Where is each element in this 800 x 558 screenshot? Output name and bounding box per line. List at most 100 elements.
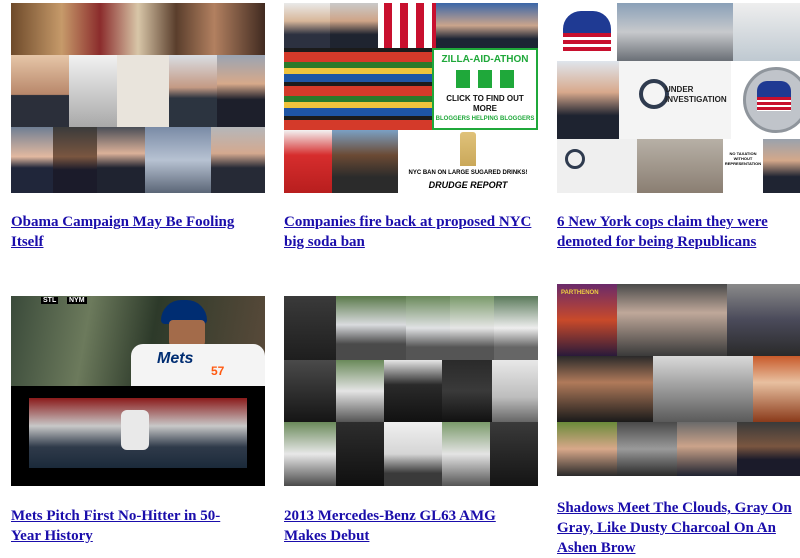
obama-portrait: [737, 422, 800, 476]
article-title-link[interactable]: 6 New York cops claim they were demoted …: [557, 212, 797, 252]
car-front-photo: [384, 422, 442, 486]
suv-photo: [336, 360, 384, 422]
unrra-bag-photo: [117, 55, 169, 127]
old-man-photo: [617, 284, 727, 356]
woman-walking-photo: [727, 284, 800, 356]
article-title-link[interactable]: Mets Pitch First No-Hitter in 50-Year Hi…: [11, 506, 231, 546]
car-interior-photo: [336, 422, 384, 486]
article-card[interactable]: STL NYM Mets 57 Mets Pitch First No-Hitt…: [11, 296, 271, 544]
hospital-photo: [733, 3, 800, 61]
under-investigation-graphic: UNDER INVESTIGATION: [619, 61, 731, 139]
jersey-text: Mets: [157, 350, 194, 367]
zilla-sub: BLOGGERS HELPING BLOGGERS: [435, 116, 535, 122]
zilla-aid-athon-ad[interactable]: ZILLA-AID-ATHON CLICK TO FIND OUT MORE B…: [432, 48, 538, 130]
article-title-link[interactable]: 2013 Mercedes-Benz GL63 AMG Makes Debut: [284, 506, 538, 546]
figure-icon: [478, 70, 492, 88]
article-thumbnail[interactable]: STL NYM Mets 57: [11, 296, 265, 486]
article-card[interactable]: ZILLA-AID-ATHON CLICK TO FIND OUT MORE B…: [284, 3, 544, 250]
sign-text: NO TAXATION WITHOUT REPRESENTATION: [724, 151, 762, 166]
zilla-title: ZILLA-AID-ATHON: [441, 54, 529, 65]
drudge-logo: DRUDGE REPORT: [428, 180, 508, 190]
politician-portrait: [11, 127, 53, 193]
car-interior-photo: [490, 422, 538, 486]
gray-clouds-photo: [653, 356, 753, 422]
speaker-photo: [330, 3, 378, 48]
suv-photo: [494, 296, 538, 360]
politician-portrait: [169, 55, 217, 127]
portrait-photo: [677, 422, 737, 476]
article-thumbnail[interactable]: [11, 3, 265, 193]
black-band: [11, 386, 265, 398]
batter-figure: [121, 410, 149, 450]
score-team: STL: [41, 297, 59, 304]
poster-banner: PARTHENON: [561, 290, 599, 296]
coca-cola-bottles: [378, 3, 436, 48]
article-thumbnail[interactable]: [284, 296, 538, 486]
bloomberg-photo: [284, 3, 330, 48]
figure-icon: [456, 70, 470, 88]
politician-portrait: [217, 55, 265, 127]
pitcher-jersey: [131, 344, 265, 386]
obama-portrait: [53, 127, 97, 193]
investigation-label: UNDER INVESTIGATION: [665, 85, 727, 104]
suv-photo: [284, 422, 336, 486]
suv-photo: [442, 422, 490, 486]
soda-fridge-photo: [284, 48, 432, 130]
magnifier-icon: [565, 149, 585, 169]
under-investigation-graphic: [557, 139, 637, 193]
politician-portrait: [211, 127, 265, 193]
movie-poster: PARTHENON: [557, 284, 617, 356]
drudge-report-panel: NYC BAN ON LARGE SUGARED DRINKS! DRUDGE …: [398, 130, 538, 193]
ban-caption: NYC BAN ON LARGE SUGARED DRINKS!: [408, 170, 528, 176]
suv-photo: [450, 296, 494, 360]
romney-portrait: [97, 127, 145, 193]
car-interior-photo: [284, 360, 336, 422]
pitcher-photo: STL NYM Mets 57: [11, 296, 265, 386]
elephant-stripes: [757, 97, 791, 111]
article-card[interactable]: UNDER INVESTIGATION NO TAXATION WITHOUT …: [557, 3, 800, 250]
gop-badge-logo: [731, 61, 800, 139]
delorean-car-photo: [617, 3, 733, 61]
elephant-stripes: [563, 33, 611, 53]
cartoon-elephant-photo: [637, 139, 723, 193]
cast-photo: [557, 422, 617, 476]
suv-photo: [406, 296, 450, 360]
building-photo: [145, 127, 211, 193]
romney-speaking-photo: [557, 61, 619, 139]
elephant-icon: [757, 81, 791, 97]
cast-photo: [617, 422, 677, 476]
jersey-number: 57: [211, 364, 225, 378]
article-title-link[interactable]: Shadows Meet The Clouds, Gray On Gray, L…: [557, 498, 800, 558]
figure-icon: [500, 70, 514, 88]
cast-photo: [557, 356, 653, 422]
video-frame: [29, 398, 247, 468]
article-thumbnail[interactable]: PARTHENON: [557, 284, 800, 476]
car-interior-photo: [442, 360, 492, 422]
article-title-link[interactable]: Companies fire back at proposed NYC big …: [284, 212, 538, 252]
politician-portrait: [11, 55, 69, 127]
car-interior-photo: [384, 360, 442, 422]
article-grid: Obama Campaign May Be Fooling Itself ZIL…: [0, 0, 800, 556]
car-interior-photo: [284, 296, 336, 360]
man-with-soda-photo: [332, 130, 398, 193]
article-card[interactable]: 2013 Mercedes-Benz GL63 AMG Makes Debut: [284, 296, 544, 544]
suv-photo: [492, 360, 538, 422]
black-band: [11, 468, 265, 486]
article-card[interactable]: Obama Campaign May Be Fooling Itself: [11, 3, 271, 250]
gop-elephant-logo: [557, 3, 617, 61]
article-title-link[interactable]: Obama Campaign May Be Fooling Itself: [11, 212, 265, 252]
red-hair-portrait: [753, 356, 800, 422]
pitcher-face: [169, 320, 205, 346]
soda-cup-photo: [284, 130, 332, 193]
news-anchor-photo: [436, 3, 538, 48]
crowd-photo: [11, 3, 265, 55]
zilla-cta: CLICK TO FIND OUT MORE: [446, 94, 524, 113]
statue-of-liberty-icon: [460, 132, 476, 166]
score-team-2: NYM: [67, 297, 87, 304]
article-thumbnail[interactable]: UNDER INVESTIGATION NO TAXATION WITHOUT …: [557, 3, 800, 193]
protest-sign-photo: NO TAXATION WITHOUT REPRESENTATION: [723, 139, 763, 193]
elephant-icon: [563, 11, 611, 33]
article-card[interactable]: PARTHENON Shadows Meet The Clouds, Gray …: [557, 284, 800, 556]
article-thumbnail[interactable]: ZILLA-AID-ATHON CLICK TO FIND OUT MORE B…: [284, 3, 538, 193]
politician-portrait: [763, 139, 800, 193]
